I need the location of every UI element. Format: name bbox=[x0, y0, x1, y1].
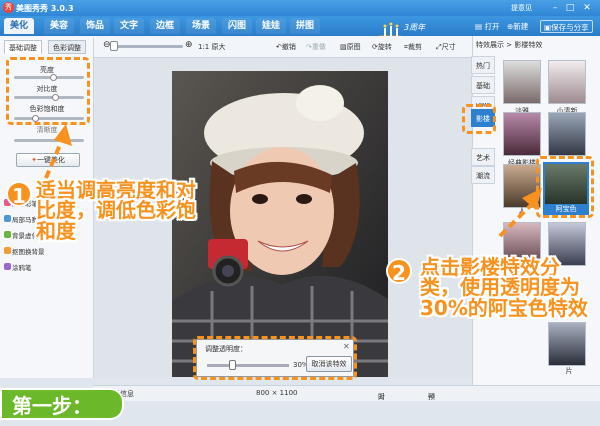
step2-instruction: 点击影楼特效分类，使用透明度为30%的阿宝色特效 bbox=[420, 255, 588, 320]
step2-number-badge: 2 bbox=[386, 258, 412, 285]
step1-number-badge: 1 bbox=[6, 181, 32, 208]
arrow-to-sliders bbox=[44, 139, 64, 179]
arrowhead-sliders bbox=[54, 124, 72, 146]
step-label: 第一步： bbox=[0, 388, 124, 420]
arrow-to-abao bbox=[498, 198, 538, 238]
step1-instruction: 适当调高亮度和对比度，调低色彩饱和度 bbox=[36, 178, 196, 243]
